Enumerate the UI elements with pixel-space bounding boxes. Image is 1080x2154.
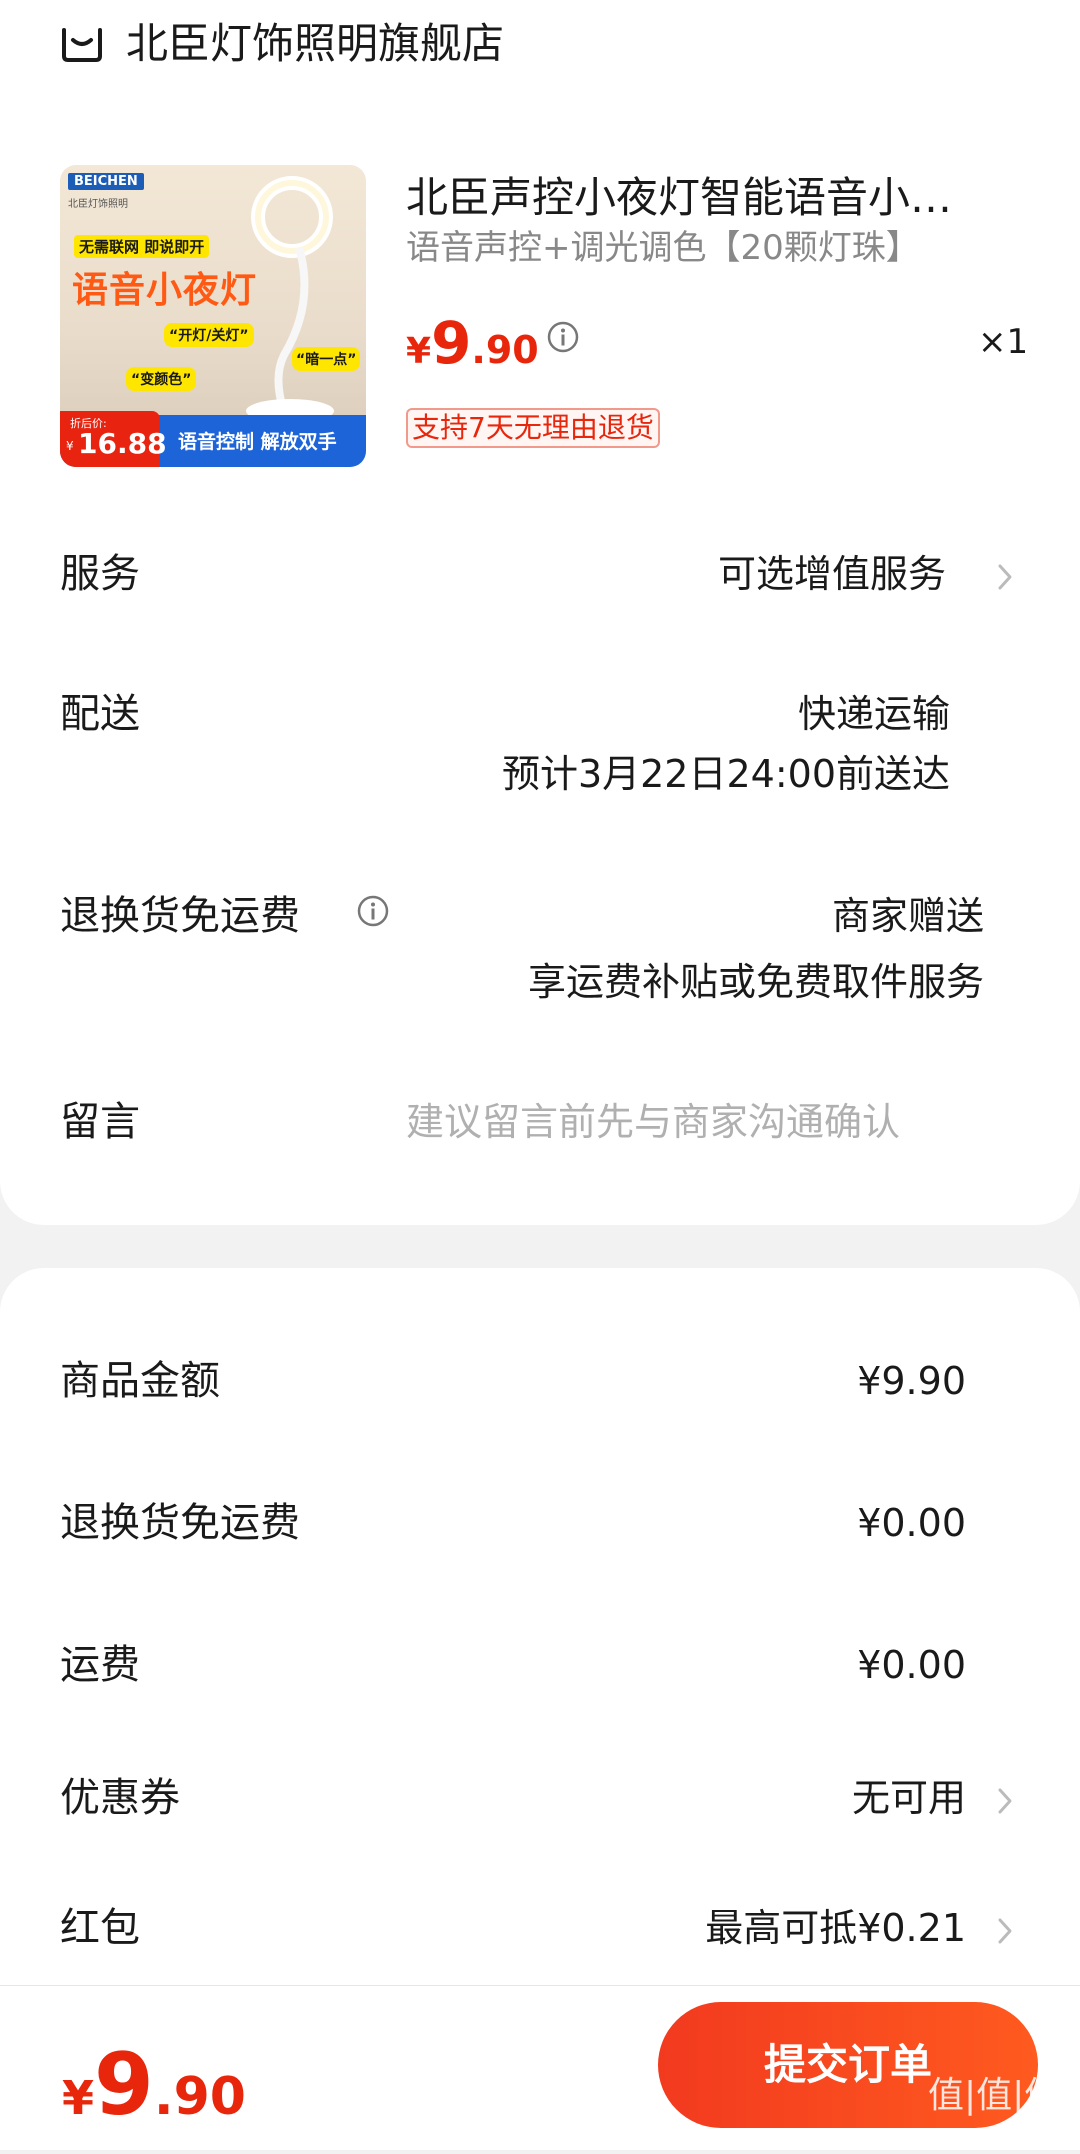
coupon-value[interactable]: 无可用 — [852, 1770, 966, 1826]
coupon-label: 优惠券 — [60, 1775, 180, 1821]
footer-total-price: ¥9.90 — [62, 2040, 246, 2154]
thumbnail-bubble-2: “暗一点” — [292, 347, 361, 371]
footer-divider — [0, 1985, 1080, 1986]
summary-return-shipping-label: 退换货免运费 — [60, 1500, 300, 1546]
thumbnail-bubble-3: “变颜色” — [126, 367, 197, 391]
coupon-chevron-right-icon[interactable] — [996, 1784, 1014, 1818]
price-info-icon[interactable] — [546, 320, 580, 354]
lamp-illustration — [246, 176, 334, 415]
delivery-label: 配送 — [60, 691, 140, 737]
return-policy-badge: 支持7天无理由退货 — [406, 408, 660, 448]
product-price: ¥9.90 — [406, 308, 539, 393]
summary-return-shipping-value: ¥0.00 — [857, 1501, 966, 1545]
store-icon — [62, 28, 102, 62]
summary-goods-value: ¥9.90 — [857, 1359, 966, 1403]
thumbnail-banner: 无需联网 即说即开 — [74, 235, 210, 258]
red-packet-label: 红包 — [60, 1905, 140, 1951]
summary-goods-label: 商品金额 — [60, 1358, 220, 1404]
thumbnail-discount-currency: ¥ — [66, 439, 74, 453]
product-sku[interactable]: 语音声控+调光调色【20颗灯珠】 — [406, 224, 920, 272]
footer-total-decimal: .90 — [153, 2067, 246, 2127]
footer-total-integer: 9 — [94, 2035, 154, 2135]
delivery-eta: 预计3月22日24:00前送达 — [501, 752, 950, 796]
product-title[interactable]: 北臣声控小夜灯智能语音小… — [406, 170, 996, 226]
thumbnail-bubble-1: “开灯/关灯” — [164, 323, 254, 347]
price-integer: 9 — [431, 309, 472, 377]
thumbnail-brand: BEICHEN — [68, 173, 144, 190]
price-currency: ¥ — [406, 331, 432, 372]
message-label: 留言 — [60, 1099, 140, 1145]
store-name[interactable]: 北臣灯饰照明旗舰店 — [126, 16, 504, 72]
return-shipping-desc: 享运费补贴或免费取件服务 — [527, 960, 984, 1004]
thumbnail-discount-price: 16.88 — [78, 427, 167, 460]
summary-shipping-label: 运费 — [60, 1642, 140, 1688]
thumbnail-brand-sub: 北臣灯饰照明 — [68, 199, 128, 210]
thumbnail-footer-text: 语音控制 解放双手 — [178, 431, 337, 453]
price-decimal: .90 — [471, 328, 539, 372]
summary-shipping-value: ¥0.00 — [857, 1643, 966, 1687]
quantity: ×1 — [978, 322, 1029, 362]
return-shipping-value: 商家赠送 — [831, 894, 984, 938]
service-value[interactable]: 可选增值服务 — [718, 546, 946, 602]
message-input[interactable]: 建议留言前先与商家沟通确认 — [406, 1094, 984, 1150]
red-packet-value[interactable]: 最高可抵¥0.21 — [705, 1900, 966, 1956]
return-shipping-label: 退换货免运费 — [60, 893, 300, 939]
return-shipping-info-icon[interactable] — [356, 894, 390, 928]
service-label: 服务 — [60, 551, 140, 597]
product-thumbnail[interactable]: BEICHEN 北臣灯饰照明 无需联网 即说即开 语音小夜灯 “开灯/关灯” “… — [60, 165, 366, 467]
red-packet-chevron-right-icon[interactable] — [996, 1914, 1014, 1948]
service-chevron-right-icon[interactable] — [996, 560, 1014, 594]
watermark: 值|值|值 — [928, 2075, 1061, 2116]
delivery-method[interactable]: 快递运输 — [798, 686, 950, 742]
footer-total-currency: ¥ — [62, 2071, 95, 2125]
